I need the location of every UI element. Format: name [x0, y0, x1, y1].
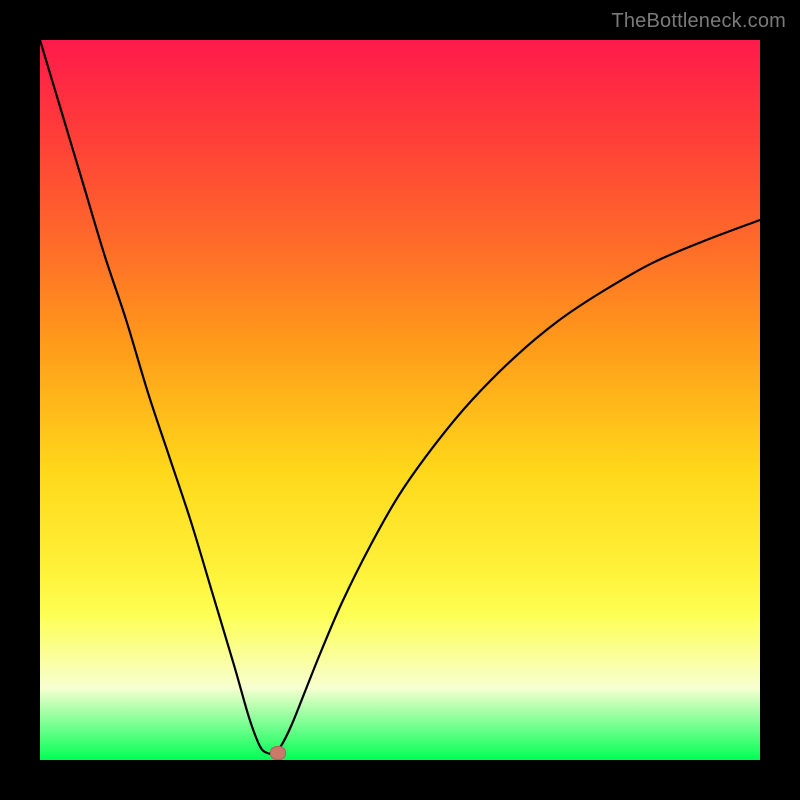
plot-area	[40, 40, 760, 760]
optimal-point-marker	[270, 746, 286, 760]
chart-frame: TheBottleneck.com	[0, 0, 800, 800]
watermark-text: TheBottleneck.com	[611, 10, 786, 33]
curve-svg	[40, 40, 760, 760]
bottleneck-curve	[40, 40, 760, 754]
